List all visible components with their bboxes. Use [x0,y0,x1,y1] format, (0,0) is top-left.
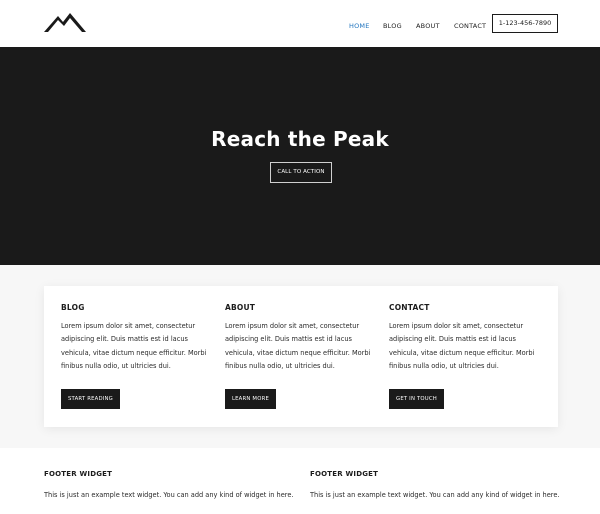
start-reading-button[interactable]: START READING [61,389,120,409]
footer-widget-text: This is just an example text widget. You… [44,491,294,499]
feature-text: Lorem ipsum dolor sit amet, consectetur … [225,322,371,370]
nav-contact[interactable]: CONTACT [454,23,486,30]
features-card: BLOG Lorem ipsum dolor sit amet, consect… [44,286,558,427]
hero-section: Reach the Peak CALL TO ACTION [0,47,600,265]
phone-button[interactable]: 1-123-456-7890 [492,14,558,33]
footer-widgets: FOOTER WIDGET This is just an example te… [0,448,600,514]
footer-widget-text: This is just an example text widget. You… [310,491,560,499]
nav-home[interactable]: HOME [349,23,370,30]
call-to-action-button[interactable]: CALL TO ACTION [270,162,332,183]
feature-heading: ABOUT [225,303,256,312]
nav-blog[interactable]: BLOG [383,23,402,30]
site-header: HOME BLOG ABOUT CONTACT 1-123-456-7890 [0,0,600,47]
feature-text: Lorem ipsum dolor sit amet, consectetur … [389,322,535,370]
mountain-logo-icon[interactable] [44,13,86,32]
hero-title: Reach the Peak [211,127,389,151]
feature-text: Lorem ipsum dolor sit amet, consectetur … [61,322,207,370]
get-in-touch-button[interactable]: GET IN TOUCH [389,389,444,409]
footer-widget-heading: FOOTER WIDGET [310,470,379,478]
footer-widget-heading: FOOTER WIDGET [44,470,113,478]
nav-about[interactable]: ABOUT [416,23,440,30]
feature-heading: BLOG [61,303,85,312]
feature-heading: CONTACT [389,303,430,312]
learn-more-button[interactable]: LEARN MORE [225,389,276,409]
features-section: BLOG Lorem ipsum dolor sit amet, consect… [0,265,600,448]
